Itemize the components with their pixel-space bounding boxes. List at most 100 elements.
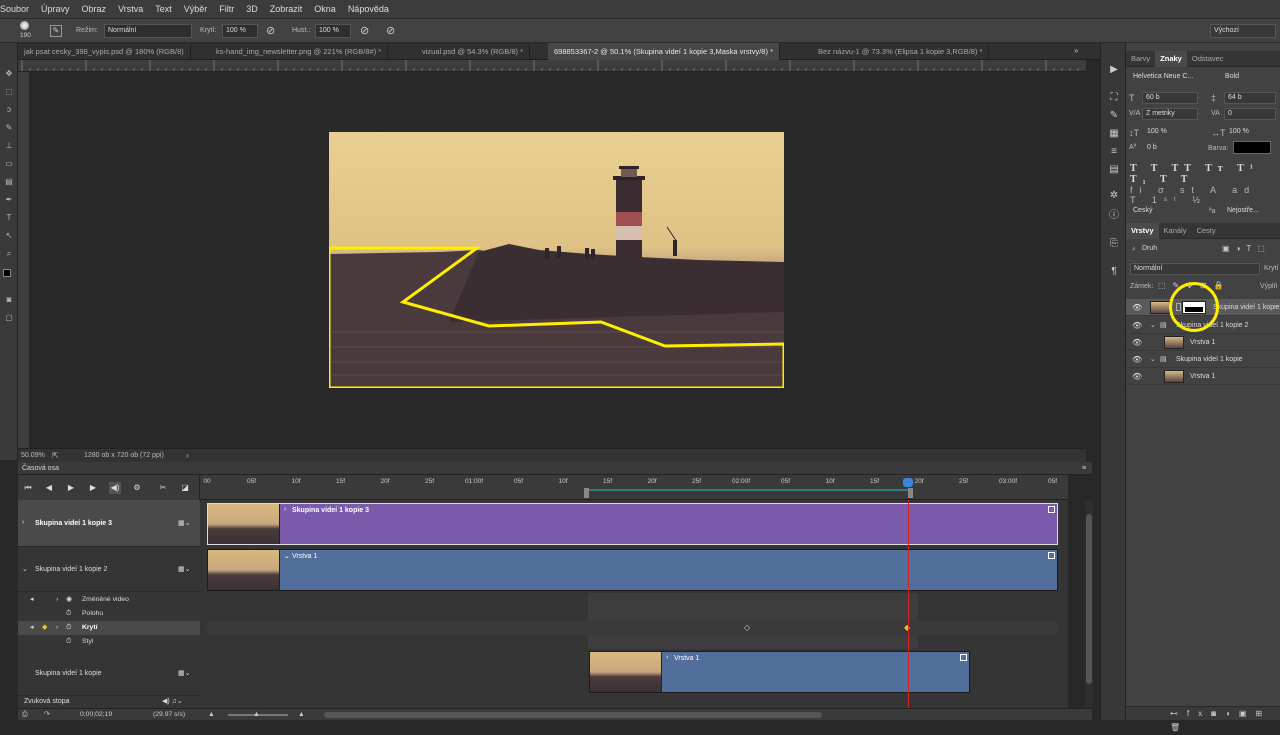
blend-mode-select[interactable]: Normální [1130, 263, 1260, 275]
gradient-tool-icon[interactable]: ▤ [2, 175, 16, 189]
audio-icon[interactable]: ◀) [109, 482, 121, 494]
prop-row-position[interactable]: ⏱ Polohu [18, 607, 200, 621]
playhead-handle[interactable] [903, 478, 913, 487]
brush-panel-icon[interactable]: ✎ [50, 25, 62, 37]
audio-mute-icon[interactable]: ◀) ♫⌄ [162, 697, 183, 705]
menu-3d[interactable]: 3D [240, 0, 264, 19]
vscale-input[interactable]: 100 % [1144, 127, 1198, 139]
zoom-in-icon[interactable]: ▲ [298, 709, 305, 721]
play-icon[interactable]: ▶ [65, 482, 77, 494]
path-select-tool-icon[interactable]: ↖ [2, 229, 16, 243]
layer-filter-icons[interactable]: ▣◑T⬚ [1222, 244, 1271, 253]
document-image[interactable] [329, 132, 784, 388]
tracking-select[interactable]: 0 [1224, 108, 1276, 120]
font-size-input[interactable]: 60 b [1142, 92, 1198, 104]
prop-row-video[interactable]: ◂ › ◉ Změněné video [18, 593, 200, 607]
visibility-eye-icon[interactable]: 👁 [1132, 351, 1142, 368]
clip-3-end-icon[interactable] [960, 654, 967, 661]
timeline-menu-icon[interactable]: ≡ [1082, 462, 1086, 475]
transition-icon[interactable]: ◪ [179, 482, 191, 494]
eraser-tool-icon[interactable]: ▭ [2, 157, 16, 171]
layers-footer-buttons[interactable]: ⊷fx◙◑▣⊞🗑 [1126, 706, 1280, 732]
airbrush-icon[interactable]: ⊘ [360, 24, 369, 37]
channels-icon[interactable]: ⎘ [1106, 237, 1122, 251]
clip-track-2[interactable]: ⌄ Vrstva 1 [207, 549, 1058, 591]
menu-napoveda[interactable]: Nápověda [342, 0, 395, 19]
timeline-horizontal-scroll[interactable] [324, 712, 822, 718]
mode-select[interactable]: Normální [104, 24, 192, 38]
clip-track-3[interactable]: › Vrstva 1 [589, 651, 970, 693]
swatches-icon[interactable]: ▦ [1106, 127, 1122, 141]
flow-input[interactable]: 100 % [315, 24, 351, 38]
work-area-end-handle[interactable] [908, 488, 913, 498]
foreground-color-icon[interactable] [3, 269, 11, 277]
status-menu-icon[interactable]: › [186, 449, 189, 462]
track-2-film-icon[interactable]: ▦⌄ [178, 565, 190, 573]
antialias-select[interactable]: Nejostře... [1224, 206, 1276, 218]
timeline-ruler[interactable]: 00 05f 10f 15f 20f 25f 01:00f 05f 10f 15f 20f 25f 02… [200, 475, 1068, 500]
move-tool-icon[interactable]: ✥ [2, 67, 16, 81]
layer-row-4[interactable]: 👁 ⌄ ▤ Skupina videí 1 kopie [1126, 351, 1280, 368]
color-swatch[interactable] [1233, 141, 1271, 154]
play-actions-icon[interactable]: ▶ [1106, 63, 1122, 77]
menu-vyber[interactable]: Výběr [178, 0, 214, 19]
track-3-film-icon[interactable]: ▦⌄ [178, 669, 190, 677]
audio-track-header[interactable]: Zvuková stopa ◀) ♫⌄ [18, 698, 200, 708]
styles-icon[interactable]: ≡ [1106, 145, 1122, 159]
visibility-eye-icon[interactable]: 👁 [1132, 299, 1142, 316]
leading-input[interactable]: 64 b [1224, 92, 1276, 104]
info-icon[interactable]: ⓘ [1106, 209, 1122, 223]
stamp-tool-icon[interactable]: ⊥ [2, 139, 16, 153]
workspace-select[interactable]: Výchozí [1210, 24, 1276, 38]
work-area-start-handle[interactable] [584, 488, 589, 498]
quick-mask-icon[interactable]: ◙ [2, 293, 16, 307]
lasso-tool-icon[interactable]: ↄ [2, 103, 16, 117]
work-area-bar[interactable] [586, 489, 910, 491]
visibility-eye-icon[interactable]: 👁 [1132, 334, 1142, 351]
brush-settings-icon[interactable]: ✎ [1106, 109, 1122, 123]
track-header-3[interactable]: Skupina videí 1 kopie ▦⌄ [18, 650, 200, 696]
status-export-icon[interactable]: ⇱ [52, 449, 59, 462]
convert-icon[interactable]: ↷ [44, 709, 50, 721]
kerning-select[interactable]: Z metriky [1142, 108, 1198, 120]
layer-row-5[interactable]: 👁 Vrstva 1 [1126, 368, 1280, 385]
language-select[interactable]: Český [1130, 206, 1200, 218]
expand-chevron-icon[interactable]: ⌄ [1150, 317, 1156, 334]
tab-doc-4[interactable]: 698853367-2 @ 50.1% (Skupina videí 1 kop… [548, 43, 780, 60]
history-icon[interactable]: ▤ [1106, 163, 1122, 177]
prop-row-opacity[interactable]: ◂ ◆ › ⏱ Krytí [18, 621, 200, 635]
timeline-scrollbar[interactable] [1085, 500, 1093, 708]
tab-doc-5[interactable]: Bez názvu-1 @ 73.3% (Elipsa 1 kopie 3,RG… [812, 43, 990, 60]
menu-text[interactable]: Text [149, 0, 178, 19]
adjustments-icon[interactable]: ⛶ [1106, 91, 1122, 105]
menu-obraz[interactable]: Obraz [76, 0, 113, 19]
opacity-input[interactable]: 100 % [222, 24, 258, 38]
pen-tool-icon[interactable]: ✒ [2, 193, 16, 207]
tab-znaky[interactable]: Znaky [1155, 51, 1187, 67]
marquee-tool-icon[interactable]: ⬚ [2, 85, 16, 99]
expand-chevron-icon[interactable]: ⌄ [1150, 351, 1156, 368]
tab-doc-1[interactable]: jak psat cesky_398_vypis.psd @ 180% (RGB… [18, 43, 191, 60]
tab-cesty[interactable]: Cesty [1191, 223, 1220, 239]
visibility-eye-icon[interactable]: 👁 [1132, 317, 1142, 334]
menu-upravy[interactable]: Úpravy [35, 0, 76, 19]
clip-1-end-icon[interactable] [1048, 506, 1055, 513]
screen-mode-icon[interactable]: ▢ [2, 311, 16, 325]
settings-gear-icon[interactable]: ⚙ [131, 482, 143, 494]
clip-2-end-icon[interactable] [1048, 552, 1055, 559]
menu-filtr[interactable]: Filtr [213, 0, 240, 19]
tab-odstavec[interactable]: Odstavec [1187, 51, 1229, 67]
track-header-1[interactable]: › Skupina videí 1 kopie 3 ▦⌄ [18, 500, 200, 547]
zoom-level[interactable]: 50.09% [21, 449, 45, 462]
tabs-overflow-icon[interactable]: » [1074, 46, 1078, 55]
layer-filter-select[interactable]: Druh [1139, 244, 1207, 256]
tab-doc-3[interactable]: vizual.psd @ 54.3% (RGB/8) * [416, 43, 530, 60]
type-tool-icon[interactable]: T [2, 211, 16, 225]
font-style-buttons[interactable]: T T TT Tт T¹ T₁ T T [1130, 163, 1276, 185]
clip-track-1[interactable]: › Skupina videí 1 kopie 3 [207, 503, 1058, 545]
font-style-select[interactable]: Bold [1222, 72, 1276, 84]
pressure-opacity-icon[interactable]: ⊘ [266, 24, 275, 37]
font-family-select[interactable]: Helvetica Neue C... [1130, 72, 1218, 84]
next-frame-icon[interactable]: ▶ [87, 482, 99, 494]
prev-frame-icon[interactable]: ◀ [43, 482, 55, 494]
